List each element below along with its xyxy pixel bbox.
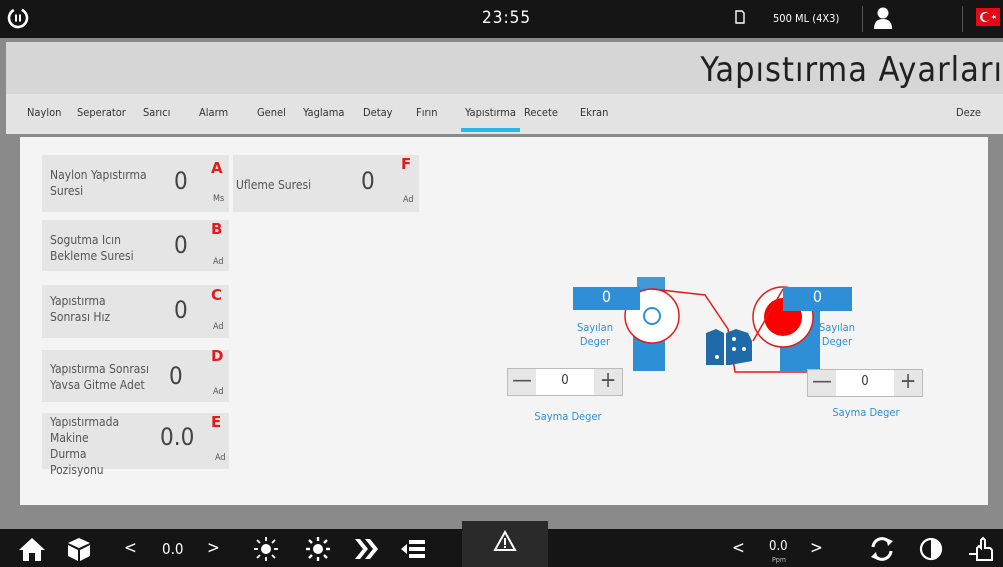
param-value[interactable]: 0 (174, 296, 188, 324)
tab-recete[interactable]: Recete (524, 106, 558, 119)
param-label: Yapıstırmada Makine Durma Pozisyonu (50, 415, 120, 477)
decrement-button[interactable]: — (508, 369, 536, 395)
param-letter: C (211, 286, 223, 304)
value-prev-button[interactable]: < (124, 538, 137, 558)
tab-firin[interactable]: Fırın (416, 106, 438, 119)
tab-deze[interactable]: Deze (956, 106, 981, 119)
user-icon[interactable] (872, 6, 894, 30)
param-value[interactable]: 0 (174, 167, 188, 195)
power-reset-icon[interactable] (6, 6, 30, 30)
param-value[interactable]: 0.0 (160, 423, 194, 451)
hand-touch-icon[interactable] (968, 536, 996, 562)
ppm-prev-button[interactable]: < (732, 538, 745, 558)
sealer-right (726, 329, 752, 365)
tab-sarici[interactable]: Sarıcı (143, 106, 170, 119)
divider (962, 6, 963, 32)
left-counter-value: 0 (573, 287, 640, 310)
param-value[interactable]: 0 (174, 231, 188, 259)
tab-alarm[interactable]: Alarm (199, 106, 228, 119)
ppm-value: 0.0 (769, 539, 788, 554)
param-card-b[interactable]: Sogutma Icın Bekleme Suresi 0 B Ad (42, 220, 229, 271)
stepper-value[interactable]: 0 (836, 374, 894, 389)
speed-value: 0.0 (162, 540, 184, 558)
param-card-f[interactable]: Ufleme Suresi 0 F Ad (233, 155, 419, 212)
increment-button[interactable]: + (594, 369, 622, 395)
sim-card-icon (735, 10, 745, 24)
clock: 23:55 (482, 8, 532, 28)
param-letter: A (211, 159, 223, 177)
tab-yapistirma[interactable]: Yapıstırma (461, 106, 520, 132)
param-unit: Ad (215, 453, 226, 463)
light-dim-icon[interactable] (252, 536, 280, 562)
page-title: Yapıstırma Ayarları (700, 50, 1003, 90)
param-label: Naylon Yapıstırma Suresi (50, 168, 147, 198)
top-bar: 23:55 500 ML (4X3) (0, 0, 1003, 38)
right-counter-label: Sayılan Deger (818, 321, 856, 348)
turkey-flag-icon[interactable] (976, 8, 1000, 26)
param-letter: B (211, 220, 223, 238)
stepper-value[interactable]: 0 (536, 373, 594, 388)
param-unit: Ms (213, 194, 225, 204)
right-count-stepper: — 0 + (807, 369, 923, 397)
param-unit: Ad (213, 257, 224, 267)
divider (862, 6, 863, 32)
tab-yaglama[interactable]: Yaglama (303, 106, 344, 119)
param-label: Ufleme Suresi (236, 178, 312, 192)
param-unit: Ad (403, 195, 414, 205)
warning-icon (493, 530, 517, 551)
page-header: Yapıstırma Ayarları (6, 42, 1003, 94)
param-card-e[interactable]: Yapıstırmada Makine Durma Pozisyonu 0.0 … (42, 413, 229, 477)
value-next-button[interactable]: > (207, 538, 220, 558)
increment-button[interactable]: + (894, 370, 922, 396)
param-letter: F (401, 155, 412, 173)
left-count-label: Sayma Deger (534, 410, 602, 423)
light-bright-icon[interactable] (304, 536, 332, 562)
param-label: Yapıstırma Sonrası Yavsa Gitme Adet (50, 362, 150, 392)
ppm-unit: Ppm (772, 556, 786, 564)
tab-ekran[interactable]: Ekran (580, 106, 608, 119)
box-icon[interactable] (66, 536, 92, 562)
tab-seperator[interactable]: Seperator (77, 106, 126, 119)
contrast-icon[interactable] (918, 536, 944, 562)
tab-detay[interactable]: Detay (363, 106, 393, 119)
left-count-stepper: — 0 + (507, 368, 623, 396)
tab-bar: Naylon Seperator Sarıcı Alarm Genel Yagl… (6, 94, 1003, 134)
fast-forward-icon[interactable] (352, 536, 380, 562)
param-letter: E (211, 413, 222, 431)
ppm-next-button[interactable]: > (810, 538, 823, 558)
decrement-button[interactable]: — (808, 370, 836, 396)
param-card-d[interactable]: Yapıstırma Sonrası Yavsa Gitme Adet 0 D … (42, 347, 229, 402)
param-value[interactable]: 0 (169, 362, 183, 390)
tab-naylon[interactable]: Naylon (27, 106, 61, 119)
right-count-label: Sayma Deger (832, 406, 900, 419)
param-card-c[interactable]: Yapıstırma Sonrası Hız 0 C Ad (42, 285, 229, 338)
sealer-left (706, 329, 724, 365)
alarm-button[interactable] (462, 521, 548, 567)
menu-collapse-icon[interactable] (400, 536, 426, 562)
settings-panel: Naylon Yapıstırma Suresi 0 A Ms Sogutma … (20, 137, 988, 505)
param-label: Sogutma Icın Bekleme Suresi (50, 233, 134, 263)
home-icon[interactable] (18, 536, 46, 562)
recipe-name: 500 ML (4X3) (773, 12, 840, 25)
param-label: Yapıstırma Sonrası Hız (50, 294, 111, 324)
right-counter-value: 0 (783, 287, 852, 311)
param-letter: D (211, 347, 224, 365)
param-unit: Ad (213, 322, 224, 332)
bottom-bar: < 0.0 > < 0.0 Ppm > (0, 521, 1003, 567)
tab-genel[interactable]: Genel (257, 106, 286, 119)
param-unit: Ad (213, 387, 224, 397)
param-card-a[interactable]: Naylon Yapıstırma Suresi 0 A Ms (42, 155, 229, 212)
rotate-icon[interactable] (868, 536, 896, 562)
left-counter-label: Sayılan Deger (576, 321, 614, 348)
param-value[interactable]: 0 (361, 167, 375, 195)
